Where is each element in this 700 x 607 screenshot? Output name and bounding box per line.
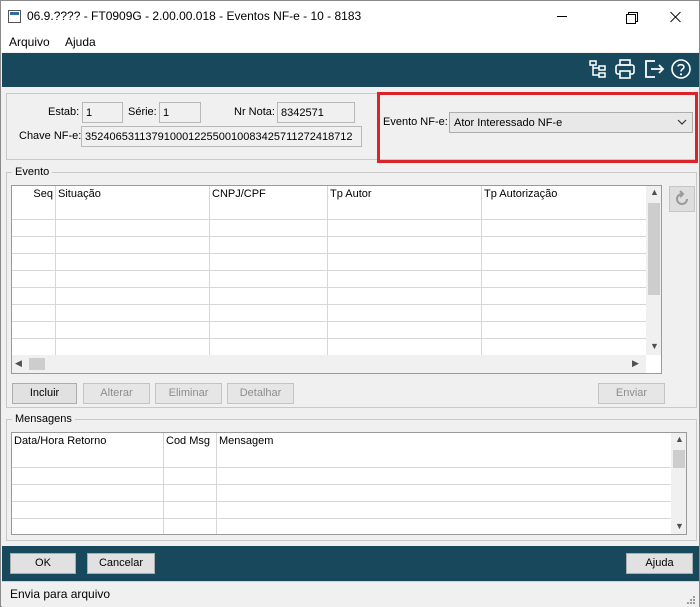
- evento-vscroll-thumb[interactable]: [648, 203, 660, 295]
- enviar-button[interactable]: Enviar: [598, 383, 665, 404]
- mensagens-legend: Mensagens: [12, 413, 75, 425]
- scroll-right-icon[interactable]: ▶: [632, 358, 639, 369]
- bottom-bar: OK Cancelar Ajuda: [2, 546, 699, 581]
- col-seq[interactable]: Seq: [12, 186, 56, 204]
- main-window: 06.9.???? - FT0909G - 2.00.00.018 - Even…: [0, 0, 700, 607]
- evento-legend: Evento: [12, 166, 53, 178]
- toolbar: [2, 53, 699, 87]
- chave-field[interactable]: 3524065311379100012255001008342571127241…: [81, 126, 362, 147]
- col-mensagem[interactable]: Mensagem: [217, 433, 671, 451]
- chave-label: Chave NF-e:: [19, 130, 82, 142]
- table-row: [12, 338, 646, 339]
- alterar-button[interactable]: Alterar: [83, 383, 150, 404]
- refresh-icon: [676, 190, 688, 205]
- refresh-button[interactable]: [669, 186, 695, 212]
- table-row: [12, 467, 671, 468]
- scroll-down-icon[interactable]: ▼: [675, 521, 684, 531]
- scroll-left-icon[interactable]: ◀: [15, 358, 22, 369]
- resize-grip-icon[interactable]: [686, 595, 696, 605]
- serie-field[interactable]: 1: [159, 102, 201, 123]
- table-row: [12, 270, 646, 271]
- evento-nfe-value: Ator Interessado NF-e: [454, 117, 563, 129]
- evento-hscroll[interactable]: ◀ ▶: [12, 355, 646, 373]
- col-tp-autorizacao[interactable]: Tp Autorização: [482, 186, 646, 204]
- mensagens-grid[interactable]: Data/Hora Retorno Cod Msg Mensagem ▲ ▼: [11, 432, 687, 535]
- table-row: [12, 321, 646, 322]
- status-text: Envia para arquivo: [10, 587, 111, 601]
- title-bar: 06.9.???? - FT0909G - 2.00.00.018 - Even…: [1, 1, 699, 32]
- nr-nota-field[interactable]: 8342571: [277, 102, 355, 123]
- help-icon[interactable]: [670, 58, 692, 80]
- ok-button[interactable]: OK: [10, 553, 76, 574]
- table-row: [12, 236, 646, 237]
- window-title: 06.9.???? - FT0909G - 2.00.00.018 - Even…: [27, 9, 362, 23]
- evento-grid[interactable]: Seq Situação CNPJ/CPF Tp Autor Tp Autori…: [11, 185, 662, 374]
- col-cod-msg[interactable]: Cod Msg: [164, 433, 217, 451]
- restore-icon: [626, 11, 638, 24]
- evento-nfe-label: Evento NF-e:: [383, 116, 448, 128]
- menu-ajuda[interactable]: Ajuda: [65, 35, 96, 49]
- col-cnpj-cpf[interactable]: CNPJ/CPF: [210, 186, 328, 204]
- tree-icon[interactable]: [587, 58, 609, 80]
- table-row: [12, 501, 671, 502]
- table-row: [12, 287, 646, 288]
- evento-nfe-select[interactable]: Ator Interessado NF-e: [449, 112, 693, 133]
- app-icon: [8, 10, 21, 23]
- detalhar-button[interactable]: Detalhar: [227, 383, 294, 404]
- close-button[interactable]: [653, 1, 699, 32]
- estab-label: Estab:: [48, 106, 80, 118]
- minimize-button[interactable]: [539, 1, 585, 32]
- mensagens-vscroll[interactable]: ▲ ▼: [671, 433, 686, 534]
- table-row: [12, 219, 646, 220]
- table-row: [12, 484, 671, 485]
- close-icon: [670, 11, 682, 23]
- menu-arquivo[interactable]: Arquivo: [9, 35, 50, 49]
- table-row: [12, 518, 671, 519]
- scroll-up-icon[interactable]: ▲: [675, 434, 684, 444]
- exit-icon[interactable]: [643, 58, 665, 80]
- scroll-down-icon[interactable]: ▼: [650, 341, 659, 351]
- scroll-up-icon[interactable]: ▲: [650, 187, 659, 197]
- status-bar: Envia para arquivo: [2, 581, 699, 607]
- evento-hscroll-thumb[interactable]: [29, 358, 45, 370]
- maximize-button[interactable]: [608, 1, 654, 32]
- estab-field[interactable]: 1: [82, 102, 123, 123]
- mensagens-vscroll-thumb[interactable]: [673, 450, 685, 468]
- cancelar-button[interactable]: Cancelar: [87, 553, 155, 574]
- print-icon[interactable]: [614, 58, 636, 80]
- minimize-icon: [557, 16, 567, 17]
- col-situacao[interactable]: Situação: [56, 186, 210, 204]
- col-data-hora-retorno[interactable]: Data/Hora Retorno: [12, 433, 164, 451]
- serie-label: Série:: [128, 106, 157, 118]
- ajuda-button[interactable]: Ajuda: [626, 553, 693, 574]
- chevron-down-icon: [677, 119, 687, 125]
- col-tp-autor[interactable]: Tp Autor: [328, 186, 482, 204]
- eliminar-button[interactable]: Eliminar: [155, 383, 222, 404]
- table-row: [12, 304, 646, 305]
- evento-vscroll[interactable]: ▲ ▼: [646, 186, 661, 355]
- menu-bar: Arquivo Ajuda: [1, 32, 699, 52]
- incluir-button[interactable]: Incluir: [12, 383, 77, 404]
- table-row: [12, 253, 646, 254]
- nr-nota-label: Nr Nota:: [234, 106, 275, 118]
